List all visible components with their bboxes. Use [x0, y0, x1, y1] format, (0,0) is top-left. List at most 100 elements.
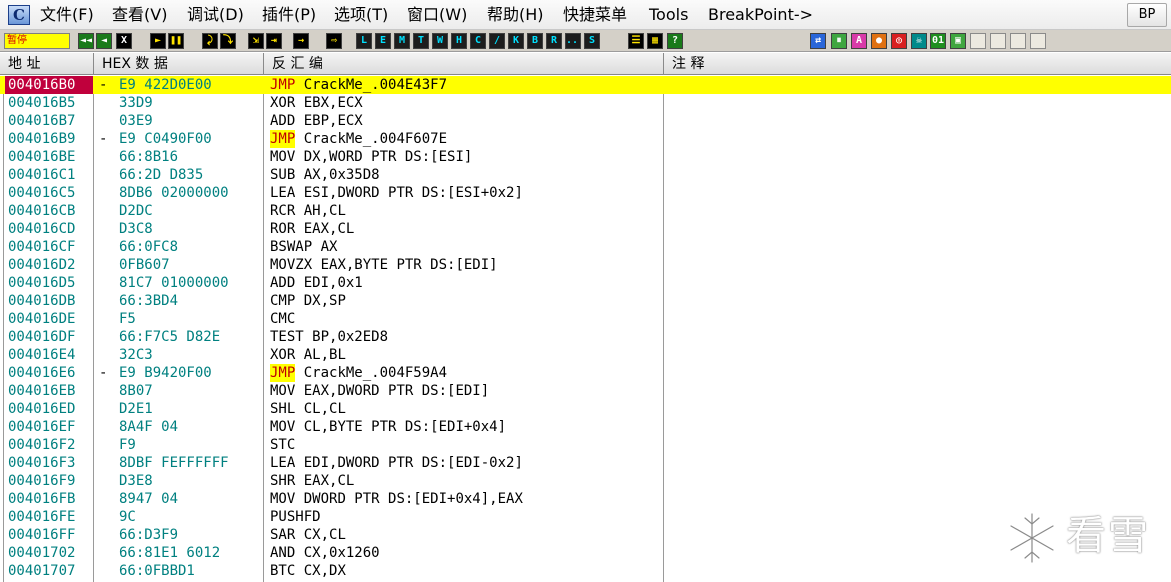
table-row[interactable]: 004016FF 66:D3F9 SAR CX,CL — [0, 526, 1171, 544]
menu-debug[interactable]: 调试(D) — [187, 4, 244, 26]
menu-window[interactable]: 窗口(W) — [407, 4, 467, 26]
threads-window-icon[interactable]: T — [413, 33, 429, 49]
opcode: ROR — [270, 221, 296, 237]
table-row[interactable]: 004016DE F5 CMC — [0, 310, 1171, 328]
column-header-comment[interactable]: 注 释 — [664, 53, 1171, 75]
hex-cell: D2DC — [119, 203, 153, 219]
table-row[interactable]: 004016DF 66:F7C5 D82E TEST BP,0x2ED8 — [0, 328, 1171, 346]
table-row[interactable]: 004016D2 0FB607 MOVZX EAX,BYTE PTR DS:[EDI… — [0, 256, 1171, 274]
address-cell: 004016E6 — [8, 365, 76, 381]
list-view-icon[interactable]: ☰ — [628, 33, 644, 49]
menu-options[interactable]: 选项(T) — [334, 4, 388, 26]
menu-view[interactable]: 查看(V) — [112, 4, 167, 26]
table-row[interactable]: 004016B5 33D9 XOR EBX,ECX — [0, 94, 1171, 112]
table-row[interactable]: 004016F3 8DBF FEFFFFFF LEA EDI,DWORD PTR D… — [0, 454, 1171, 472]
table-row[interactable]: 004016EF 8A4F 04 MOV CL,BYTE PTR DS:[EDI+0… — [0, 418, 1171, 436]
disasm-cell: MOV CL,BYTE PTR DS:[EDI+0x4] — [270, 418, 660, 436]
disassembly-view[interactable]: 004016B0- E9 422D0E00 JMP CrackMe_.004E43F… — [0, 76, 1171, 582]
menu-breakpoint[interactable]: BreakPoint-> — [708, 4, 813, 26]
table-row[interactable]: 004016FB 8947 04 MOV DWORD PTR DS:[EDI+0x4… — [0, 490, 1171, 508]
target-plugin-icon[interactable]: ◎ — [891, 33, 907, 49]
column-header-address[interactable]: 地 址 — [0, 53, 94, 75]
table-row[interactable]: 004016B0- E9 422D0E00 JMP CrackMe_.004E43F… — [0, 76, 1171, 94]
hex-cell: 8DBF FEFFFFFF — [119, 455, 229, 471]
record-plugin-icon[interactable]: ● — [871, 33, 887, 49]
handles-window-icon[interactable]: H — [451, 33, 467, 49]
table-row[interactable]: 004016DB 66:3BD4 CMP DX,SP — [0, 292, 1171, 310]
disasm-cell: JMP CrackMe_.004F59A4 — [270, 364, 660, 382]
operands: CrackMe_.004F607E — [303, 131, 448, 147]
menu-help[interactable]: 帮助(H) — [487, 4, 544, 26]
memory-window-icon[interactable]: M — [394, 33, 410, 49]
table-row[interactable]: 004016ED D2E1 SHL CL,CL — [0, 400, 1171, 418]
skull-plugin-icon[interactable]: ☠ — [911, 33, 927, 49]
swap-plugin-icon[interactable]: ⇄ — [810, 33, 826, 49]
table-row[interactable]: 004016BE 66:8B16 MOV DX,WORD PTR DS:[ESI] — [0, 148, 1171, 166]
patches-window-icon[interactable]: / — [489, 33, 505, 49]
close-program-icon[interactable]: ◄ — [96, 33, 112, 49]
menu-file[interactable]: 文件(F) — [40, 4, 94, 26]
table-row[interactable]: 004016B7 03E9 ADD EBP,ECX — [0, 112, 1171, 130]
menu-plugins[interactable]: 插件(P) — [262, 4, 316, 26]
operands: EBX,ECX — [303, 95, 363, 111]
pause-icon[interactable]: ❚❚ — [168, 33, 184, 49]
table-row[interactable]: 004016EB 8B07 MOV EAX,DWORD PTR DS:[EDI] — [0, 382, 1171, 400]
table-row[interactable]: 004016D5 81C7 01000000 ADD EDI,0x1 — [0, 274, 1171, 292]
run-trace-window-icon[interactable]: ... — [565, 33, 581, 49]
opcode: BSWAP — [270, 239, 313, 255]
opcode: STC — [270, 437, 296, 453]
table-row[interactable]: 004016C5 8DB6 02000000 LEA ESI,DWORD PTR D… — [0, 184, 1171, 202]
table-row[interactable]: 004016F2 F9 STC — [0, 436, 1171, 454]
operands: CX,0x1260 — [303, 545, 380, 561]
trace-over-icon[interactable]: ⇥ — [266, 33, 282, 49]
table-row[interactable]: 004016C1 66:2D D835 SUB AX,0x35D8 — [0, 166, 1171, 184]
menu-shortcuts[interactable]: 快捷菜单 — [563, 4, 627, 26]
window-plugin-icon[interactable]: ▣ — [950, 33, 966, 49]
bp-button[interactable]: BP — [1127, 3, 1167, 27]
table-row[interactable]: 004016F9 D3E8 SHR EAX,CL — [0, 472, 1171, 490]
breakpoints-window-icon[interactable]: B — [527, 33, 543, 49]
table-row[interactable]: 004016B9 - E9 C0490F00 JMP CrackMe_.004F607… — [0, 130, 1171, 148]
app-logo-icon[interactable]: C — [8, 5, 30, 25]
step-into-icon[interactable]: ⤸ — [202, 33, 218, 49]
empty-slot-icon — [970, 33, 986, 49]
column-header-hex[interactable]: HEX 数 据 — [94, 53, 264, 75]
callstack-window-icon[interactable]: K — [508, 33, 524, 49]
table-row[interactable]: 004016E6 - E9 B9420F00 JMP CrackMe_.004F59A… — [0, 364, 1171, 382]
table-row[interactable]: 00401707 66:0FBBD1 BTC CX,DX — [0, 562, 1171, 580]
run-icon[interactable]: ► — [150, 33, 166, 49]
go-to-address-icon[interactable]: ⇨ — [326, 33, 342, 49]
table-row[interactable]: 004016CB D2DC RCR AH,CL — [0, 202, 1171, 220]
ascii-plugin-icon[interactable]: A — [851, 33, 867, 49]
stop-icon[interactable]: X — [116, 33, 132, 49]
table-row[interactable]: 004016CD D3C8 ROR EAX,CL — [0, 220, 1171, 238]
binary-plugin-icon[interactable]: 01 — [930, 33, 946, 49]
references-window-icon[interactable]: R — [546, 33, 562, 49]
address-cell: 004016CB — [8, 203, 76, 219]
address-cell: 004016C5 — [8, 185, 76, 201]
grid-view-icon[interactable]: ▦ — [647, 33, 663, 49]
table-row[interactable]: 004016FE 9C PUSHFD — [0, 508, 1171, 526]
log-window-icon[interactable]: L — [356, 33, 372, 49]
pause-plugin-icon[interactable]: ⏸ — [831, 33, 847, 49]
operands: AX,0x35D8 — [303, 167, 380, 183]
trace-into-icon[interactable]: ⇲ — [248, 33, 264, 49]
cpu-window-icon[interactable]: C — [470, 33, 486, 49]
source-window-icon[interactable]: S — [584, 33, 600, 49]
restart-icon[interactable]: ◄◄ — [78, 33, 94, 49]
run-to-return-icon[interactable]: → — [293, 33, 309, 49]
hex-cell: 66:0FBBD1 — [119, 563, 195, 579]
menu-tools[interactable]: Tools — [649, 4, 688, 26]
opcode: AND — [270, 545, 296, 561]
windows-window-icon[interactable]: W — [432, 33, 448, 49]
table-row[interactable]: 004016CF 66:0FC8 BSWAP AX — [0, 238, 1171, 256]
step-over-icon[interactable]: ⤵ — [220, 33, 236, 49]
opcode: XOR — [270, 95, 296, 111]
column-header-disasm[interactable]: 反 汇 编 — [264, 53, 664, 75]
table-row[interactable]: 004016E4 32C3 XOR AL,BL — [0, 346, 1171, 364]
table-row[interactable]: 00401702 66:81E1 6012 AND CX,0x1260 — [0, 544, 1171, 562]
modules-window-icon[interactable]: E — [375, 33, 391, 49]
disasm-cell: TEST BP,0x2ED8 — [270, 328, 660, 346]
address-cell: 004016CD — [8, 221, 76, 237]
help-icon[interactable]: ? — [667, 33, 683, 49]
